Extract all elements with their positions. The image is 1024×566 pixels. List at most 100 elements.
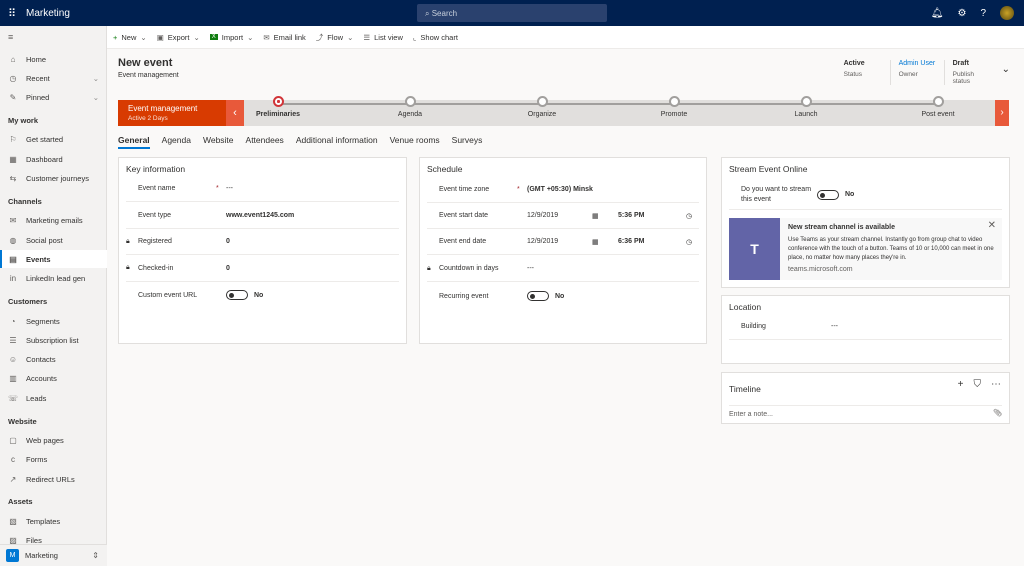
hamburger-icon[interactable]: ≡ <box>8 32 13 42</box>
note-input[interactable]: Enter a note... 📎︎ <box>729 405 1002 421</box>
custom-event-url-field[interactable]: No <box>254 292 263 299</box>
stage-agenda[interactable]: Agenda <box>370 96 450 118</box>
field-label: Event end date <box>439 238 487 245</box>
recurring-toggle[interactable] <box>527 291 549 301</box>
tab-website[interactable]: Website <box>203 135 234 149</box>
stage-preliminaries[interactable]: Preliminaries <box>238 96 318 118</box>
clock-icon[interactable]: ◷ <box>686 238 692 246</box>
toggle-value: No <box>555 292 565 300</box>
tab-surveys[interactable]: Surveys <box>452 135 483 149</box>
tab-general[interactable]: General <box>118 135 150 149</box>
sidebar-section-assets: Assets <box>8 497 33 507</box>
sidebar-item-events[interactable]: ▤ Events <box>0 250 107 269</box>
publish-status-label: Publish status <box>952 71 974 85</box>
chevron-down-icon[interactable]: ⌄ <box>140 33 146 42</box>
location-card: Location Building --- <box>721 295 1010 364</box>
calendar-icon[interactable]: ▦ <box>592 212 618 220</box>
add-icon[interactable]: + <box>958 379 964 390</box>
email-link-button[interactable]: ✉ Email link <box>263 33 305 42</box>
sidebar-item-social-post[interactable]: ◍ Social post <box>0 231 107 249</box>
gear-icon[interactable]: ⚙ <box>957 8 966 19</box>
show-chart-button[interactable]: ⌞ Show chart <box>413 33 458 42</box>
sidebar-item-subscription-list[interactable]: ☰ Subscription list <box>0 331 107 349</box>
sidebar-item-home[interactable]: ⌂ Home <box>0 50 107 68</box>
app-launcher-icon[interactable]: ⠿ <box>8 7 16 20</box>
timezone-row: Event time zone * (GMT +05:30) Minsk <box>427 177 699 203</box>
stage-organize[interactable]: Organize <box>502 96 582 118</box>
chevron-down-icon[interactable]: ⌄ <box>998 60 1010 85</box>
banner-link[interactable]: teams.microsoft.com <box>788 266 853 273</box>
chevron-down-icon[interactable]: ⌄ <box>347 33 353 42</box>
sidebar-item-segments[interactable]: ◔ Segments <box>0 312 107 330</box>
sidebar-item-pinned[interactable]: ✎ Pinned ⌄ <box>0 89 107 107</box>
command-label: Import <box>221 32 244 42</box>
sidebar-item-label: LinkedIn lead gen <box>26 274 86 284</box>
app-name[interactable]: Marketing <box>26 8 70 19</box>
attach-icon[interactable]: 📎︎ <box>993 409 1002 417</box>
sidebar-item-label: Social post <box>26 235 63 245</box>
sidebar-item-marketing-emails[interactable]: ✉ Marketing emails <box>0 212 107 230</box>
stage-promote[interactable]: Promote <box>634 96 714 118</box>
search-input[interactable]: ⌕ Search <box>417 4 607 22</box>
active-stage[interactable]: Event management Active 2 Days <box>118 100 226 126</box>
start-time-field[interactable]: 5:36 PM <box>618 212 686 219</box>
end-time-field[interactable]: 6:36 PM <box>618 238 686 245</box>
stage-launch[interactable]: Launch <box>766 96 846 118</box>
calendar-icon[interactable]: ▦ <box>592 238 618 246</box>
status-label: Status <box>843 71 863 78</box>
field-label: Building <box>741 323 766 330</box>
sidebar-item-customer-journeys[interactable]: ⇆ Customer journeys <box>0 170 107 188</box>
event-type-field[interactable]: www.event1245.com <box>226 212 294 219</box>
tab-venue-rooms[interactable]: Venue rooms <box>390 135 440 149</box>
tab-agenda[interactable]: Agenda <box>162 135 191 149</box>
sidebar-item-recent[interactable]: ◷ Recent ⌄ <box>0 69 107 87</box>
event-name-field[interactable]: --- <box>226 185 233 192</box>
sidebar-item-web-pages[interactable]: ▢ Web pages <box>0 432 107 450</box>
files-icon: ▨ <box>9 536 17 546</box>
sidebar-item-accounts[interactable]: ▥ Accounts <box>0 370 107 388</box>
building-field[interactable]: --- <box>831 323 838 330</box>
sidebar-item-templates[interactable]: ▧ Templates <box>0 512 107 530</box>
sidebar-item-leads[interactable]: ☏ Leads <box>0 389 107 407</box>
marketing-emails-icon: ✉ <box>9 216 17 226</box>
timeline-card: Timeline + ⛉ ⋯ Enter a note... 📎︎ <box>721 372 1010 424</box>
clock-icon[interactable]: ◷ <box>686 212 692 220</box>
sidebar-item-contacts[interactable]: ☺ Contacts <box>0 351 107 369</box>
new-button[interactable]: + New ⌄ <box>113 33 147 42</box>
lock-icon: 🔒︎ <box>427 264 431 272</box>
tab-additional-information[interactable]: Additional information <box>296 135 378 149</box>
chevron-down-icon[interactable]: ⌄ <box>93 74 99 83</box>
chevron-down-icon[interactable]: ⌄ <box>93 93 99 102</box>
custom-url-toggle[interactable] <box>226 290 248 300</box>
recent-icon: ◷ <box>9 73 17 83</box>
flow-button[interactable]: ⤴ Flow ⌄ <box>316 32 354 43</box>
timezone-field[interactable]: (GMT +05:30) Minsk <box>527 186 593 193</box>
command-label: Flow <box>327 32 344 42</box>
export-button[interactable]: ▣ Export ⌄ <box>157 33 200 42</box>
sidebar-item-dashboard[interactable]: ▦ Dashboard <box>0 150 107 168</box>
stage-post-event[interactable]: Post event <box>898 96 978 118</box>
sidebar-item-linkedin-lead-gen[interactable]: in LinkedIn lead gen <box>0 270 107 288</box>
sidebar-item-get-started[interactable]: ⚐ Get started <box>0 131 107 149</box>
chevron-down-icon[interactable]: ⌄ <box>193 33 199 42</box>
stream-toggle[interactable] <box>817 189 839 200</box>
import-button[interactable]: X Import ⌄ <box>209 32 253 42</box>
more-icon[interactable]: ⋯ <box>991 379 1001 390</box>
end-date-field[interactable]: 12/9/2019 <box>527 238 592 245</box>
next-stage-button[interactable]: › <box>995 100 1009 126</box>
help-icon[interactable]: ? <box>980 8 986 19</box>
close-icon[interactable]: ✕ <box>988 220 996 231</box>
chevron-down-icon[interactable]: ⌄ <box>247 33 253 42</box>
start-date-field[interactable]: 12/9/2019 <box>527 212 592 219</box>
sidebar-item-label: Get started <box>26 135 64 145</box>
bell-icon[interactable]: 🔔︎ <box>931 8 944 19</box>
sidebar-item-redirect-urls[interactable]: ↗ Redirect URLs <box>0 470 107 488</box>
list-view-button[interactable]: ☰ List view <box>363 33 403 42</box>
avatar[interactable] <box>1000 6 1014 20</box>
owner-link[interactable]: Admin User <box>899 60 936 67</box>
sidebar-item-forms[interactable]: c Forms <box>0 451 107 469</box>
sidebar-item-files[interactable]: ▨ Files <box>0 532 107 550</box>
area-badge: M <box>6 549 19 562</box>
filter-icon[interactable]: ⛉ <box>974 379 982 390</box>
tab-attendees[interactable]: Attendees <box>246 135 284 149</box>
